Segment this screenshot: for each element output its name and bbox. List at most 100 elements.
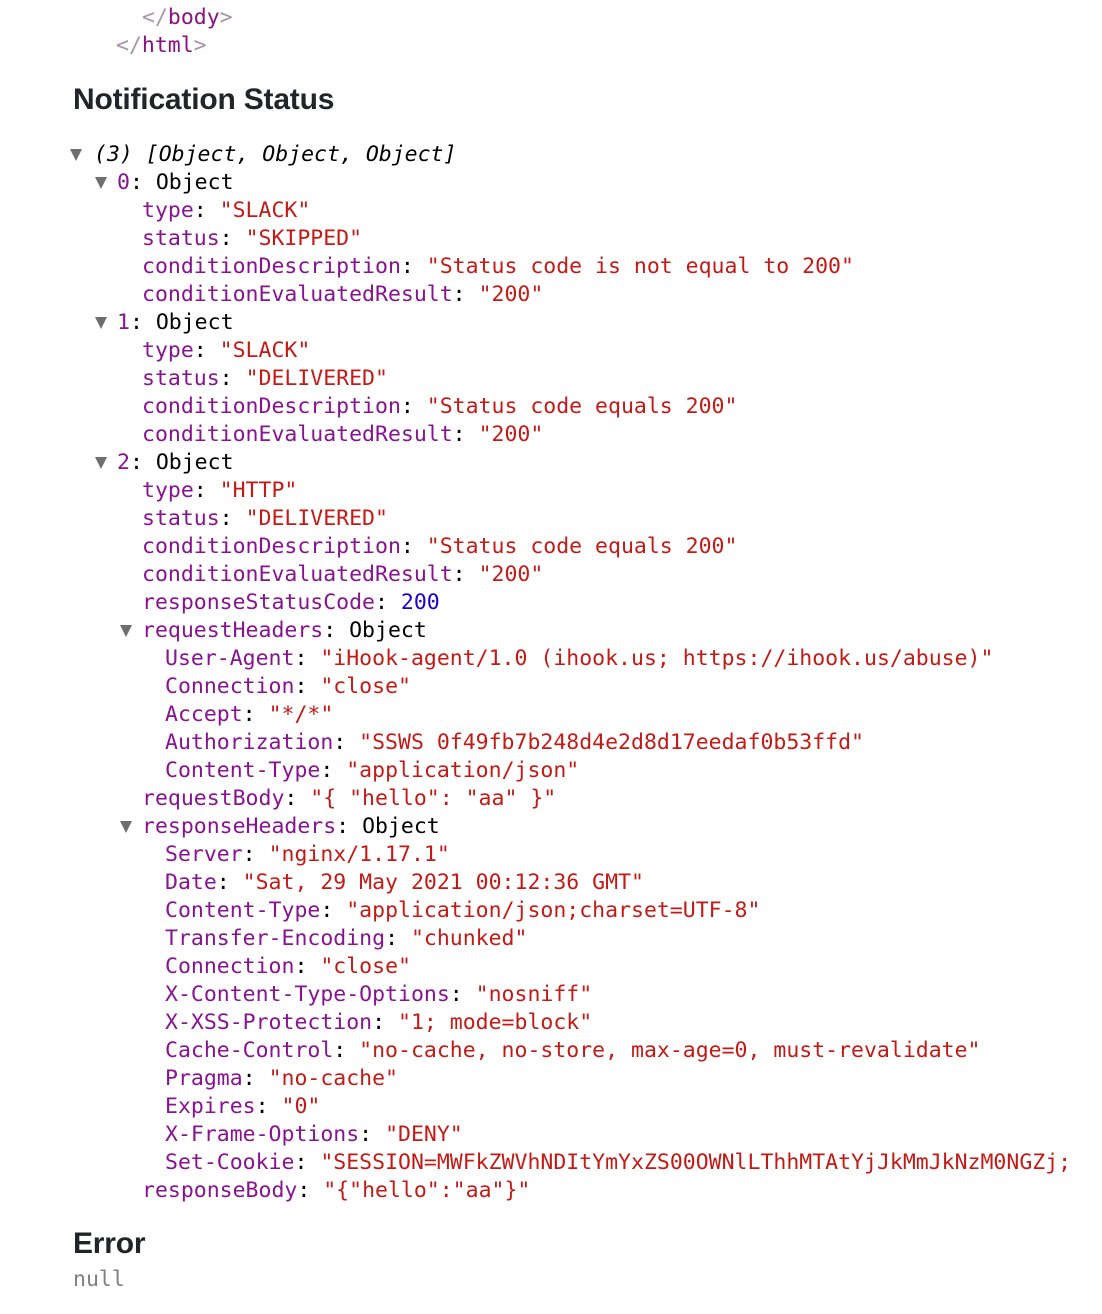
property-value: "close" — [320, 674, 411, 699]
property: Content-Type: "application/json" — [165, 757, 579, 785]
property-key: Transfer-Encoding — [165, 926, 386, 951]
colon-separator: : — [242, 842, 269, 867]
array-item-label: 0: Object — [117, 169, 234, 197]
expand-triangle-icon[interactable] — [120, 821, 132, 833]
property-key: X-Frame-Options — [165, 1122, 360, 1147]
property-row: conditionEvaluatedResult: "200" — [0, 421, 543, 449]
property-key: Pragma — [165, 1066, 243, 1091]
property-row: Expires: "0" — [0, 1093, 320, 1121]
colon-separator: : — [449, 982, 476, 1007]
array-summary: (3) [Object, Object, Object] — [94, 142, 457, 167]
property-row: Transfer-Encoding: "chunked" — [0, 925, 527, 953]
array-item-row[interactable]: 2: Object — [0, 449, 234, 477]
property: type: "SLACK" — [142, 337, 310, 365]
object-type-label: Object — [155, 450, 234, 475]
property-row[interactable]: requestHeaders: Object — [0, 617, 427, 645]
property-key: Accept — [165, 702, 243, 727]
property-value: "no-cache, no-store, max-age=0, must-rev… — [359, 1038, 981, 1063]
property: type: "HTTP" — [142, 477, 297, 505]
colon-separator: : — [400, 534, 427, 559]
expand-triangle-icon[interactable] — [70, 149, 82, 161]
property-value: "HTTP" — [219, 478, 298, 503]
property-row: Authorization: "SSWS 0f49fb7b248d4e2d8d1… — [0, 729, 864, 757]
property: type: "SLACK" — [142, 197, 310, 225]
property: conditionDescription: "Status code equal… — [142, 533, 737, 561]
property-row: X-Frame-Options: "DENY" — [0, 1121, 463, 1149]
colon-separator: : — [242, 702, 269, 727]
property: status: "DELIVERED" — [142, 365, 388, 393]
property-value: "chunked" — [410, 926, 528, 951]
property: responseStatusCode: 200 — [142, 589, 440, 617]
colon-separator: : — [323, 618, 350, 643]
tree-root-row[interactable]: (3) [Object, Object, Object] — [0, 141, 456, 169]
property-key: responseStatusCode — [142, 590, 375, 615]
colon-separator: : — [385, 926, 411, 951]
property-value: "DELIVERED" — [245, 366, 388, 391]
object-type-label: Object — [155, 170, 234, 195]
property-key: X-Content-Type-Options — [165, 982, 450, 1007]
property-row: Accept: "*/*" — [0, 701, 333, 729]
property: Set-Cookie: "SESSION=MWFkZWVhNDItYmYxZS0… — [165, 1149, 1071, 1177]
property-row: requestBody: "{ "hello": "aa" }" — [0, 785, 556, 813]
colon-separator: : — [129, 310, 156, 335]
property: User-Agent: "iHook-agent/1.0 (ihook.us; … — [165, 645, 993, 673]
property-value: "*/*" — [268, 702, 334, 727]
property: responseBody: "{"hello":"aa"}" — [142, 1177, 530, 1205]
property-row: X-Content-Type-Options: "nosniff" — [0, 981, 592, 1009]
object-type-label: Object — [155, 310, 234, 335]
expand-triangle-icon[interactable] — [95, 177, 107, 189]
property-row: conditionDescription: "Status code equal… — [0, 393, 737, 421]
property: Expires: "0" — [165, 1093, 320, 1121]
property: X-Frame-Options: "DENY" — [165, 1121, 463, 1149]
property-row: responseStatusCode: 200 — [0, 589, 440, 617]
property-key: status — [142, 226, 220, 251]
property-key: responseBody — [142, 1178, 298, 1203]
expand-triangle-icon[interactable] — [95, 317, 107, 329]
property-key: type — [142, 478, 194, 503]
property-key: requestBody — [142, 786, 285, 811]
colon-separator: : — [129, 170, 156, 195]
property-key: Content-Type — [165, 898, 321, 923]
property-value: "DELIVERED" — [245, 506, 388, 531]
colon-separator: : — [359, 1122, 386, 1147]
property: Accept: "*/*" — [165, 701, 333, 729]
property-value: "close" — [320, 954, 411, 979]
colon-separator: : — [320, 758, 347, 783]
property-row: conditionEvaluatedResult: "200" — [0, 561, 543, 589]
colon-separator: : — [452, 562, 479, 587]
property-row: User-Agent: "iHook-agent/1.0 (ihook.us; … — [0, 645, 993, 673]
property-value: "{"hello":"aa"}" — [323, 1178, 531, 1203]
property: Transfer-Encoding: "chunked" — [165, 925, 527, 953]
colon-separator: : — [336, 814, 363, 839]
property-key: Authorization — [165, 730, 334, 755]
property-value: "200" — [478, 282, 544, 307]
property-key: conditionEvaluatedResult — [142, 562, 453, 587]
property-row: conditionDescription: "Status code is no… — [0, 253, 854, 281]
property-key: Cache-Control — [165, 1038, 334, 1063]
colon-separator: : — [219, 226, 246, 251]
array-index: 0 — [117, 170, 130, 195]
property-value: "SSWS 0f49fb7b248d4e2d8d17eedaf0b53ffd" — [359, 730, 864, 755]
property-row: Server: "nginx/1.17.1" — [0, 841, 450, 869]
property-value: "SLACK" — [219, 198, 311, 223]
property-row: status: "DELIVERED" — [0, 505, 388, 533]
array-item-row[interactable]: 1: Object — [0, 309, 234, 337]
property-value: 200 — [400, 590, 440, 615]
array-index: 1 — [117, 310, 130, 335]
expand-triangle-icon[interactable] — [120, 625, 132, 637]
property: Server: "nginx/1.17.1" — [165, 841, 450, 869]
property: X-XSS-Protection: "1; mode=block" — [165, 1009, 592, 1037]
property-key: Set-Cookie — [165, 1150, 295, 1175]
property-value: "nosniff" — [475, 982, 593, 1007]
property-key: Connection — [165, 674, 295, 699]
property: conditionEvaluatedResult: "200" — [142, 561, 543, 589]
property-row: Connection: "close" — [0, 953, 411, 981]
property-key: conditionDescription — [142, 254, 401, 279]
error-value: null — [73, 1267, 125, 1292]
array-item-row[interactable]: 0: Object — [0, 169, 234, 197]
property-value: "SLACK" — [219, 338, 311, 363]
expand-triangle-icon[interactable] — [95, 457, 107, 469]
property: status: "DELIVERED" — [142, 505, 388, 533]
html-source-tail: </body> </html> — [0, 4, 233, 60]
property-row[interactable]: responseHeaders: Object — [0, 813, 440, 841]
